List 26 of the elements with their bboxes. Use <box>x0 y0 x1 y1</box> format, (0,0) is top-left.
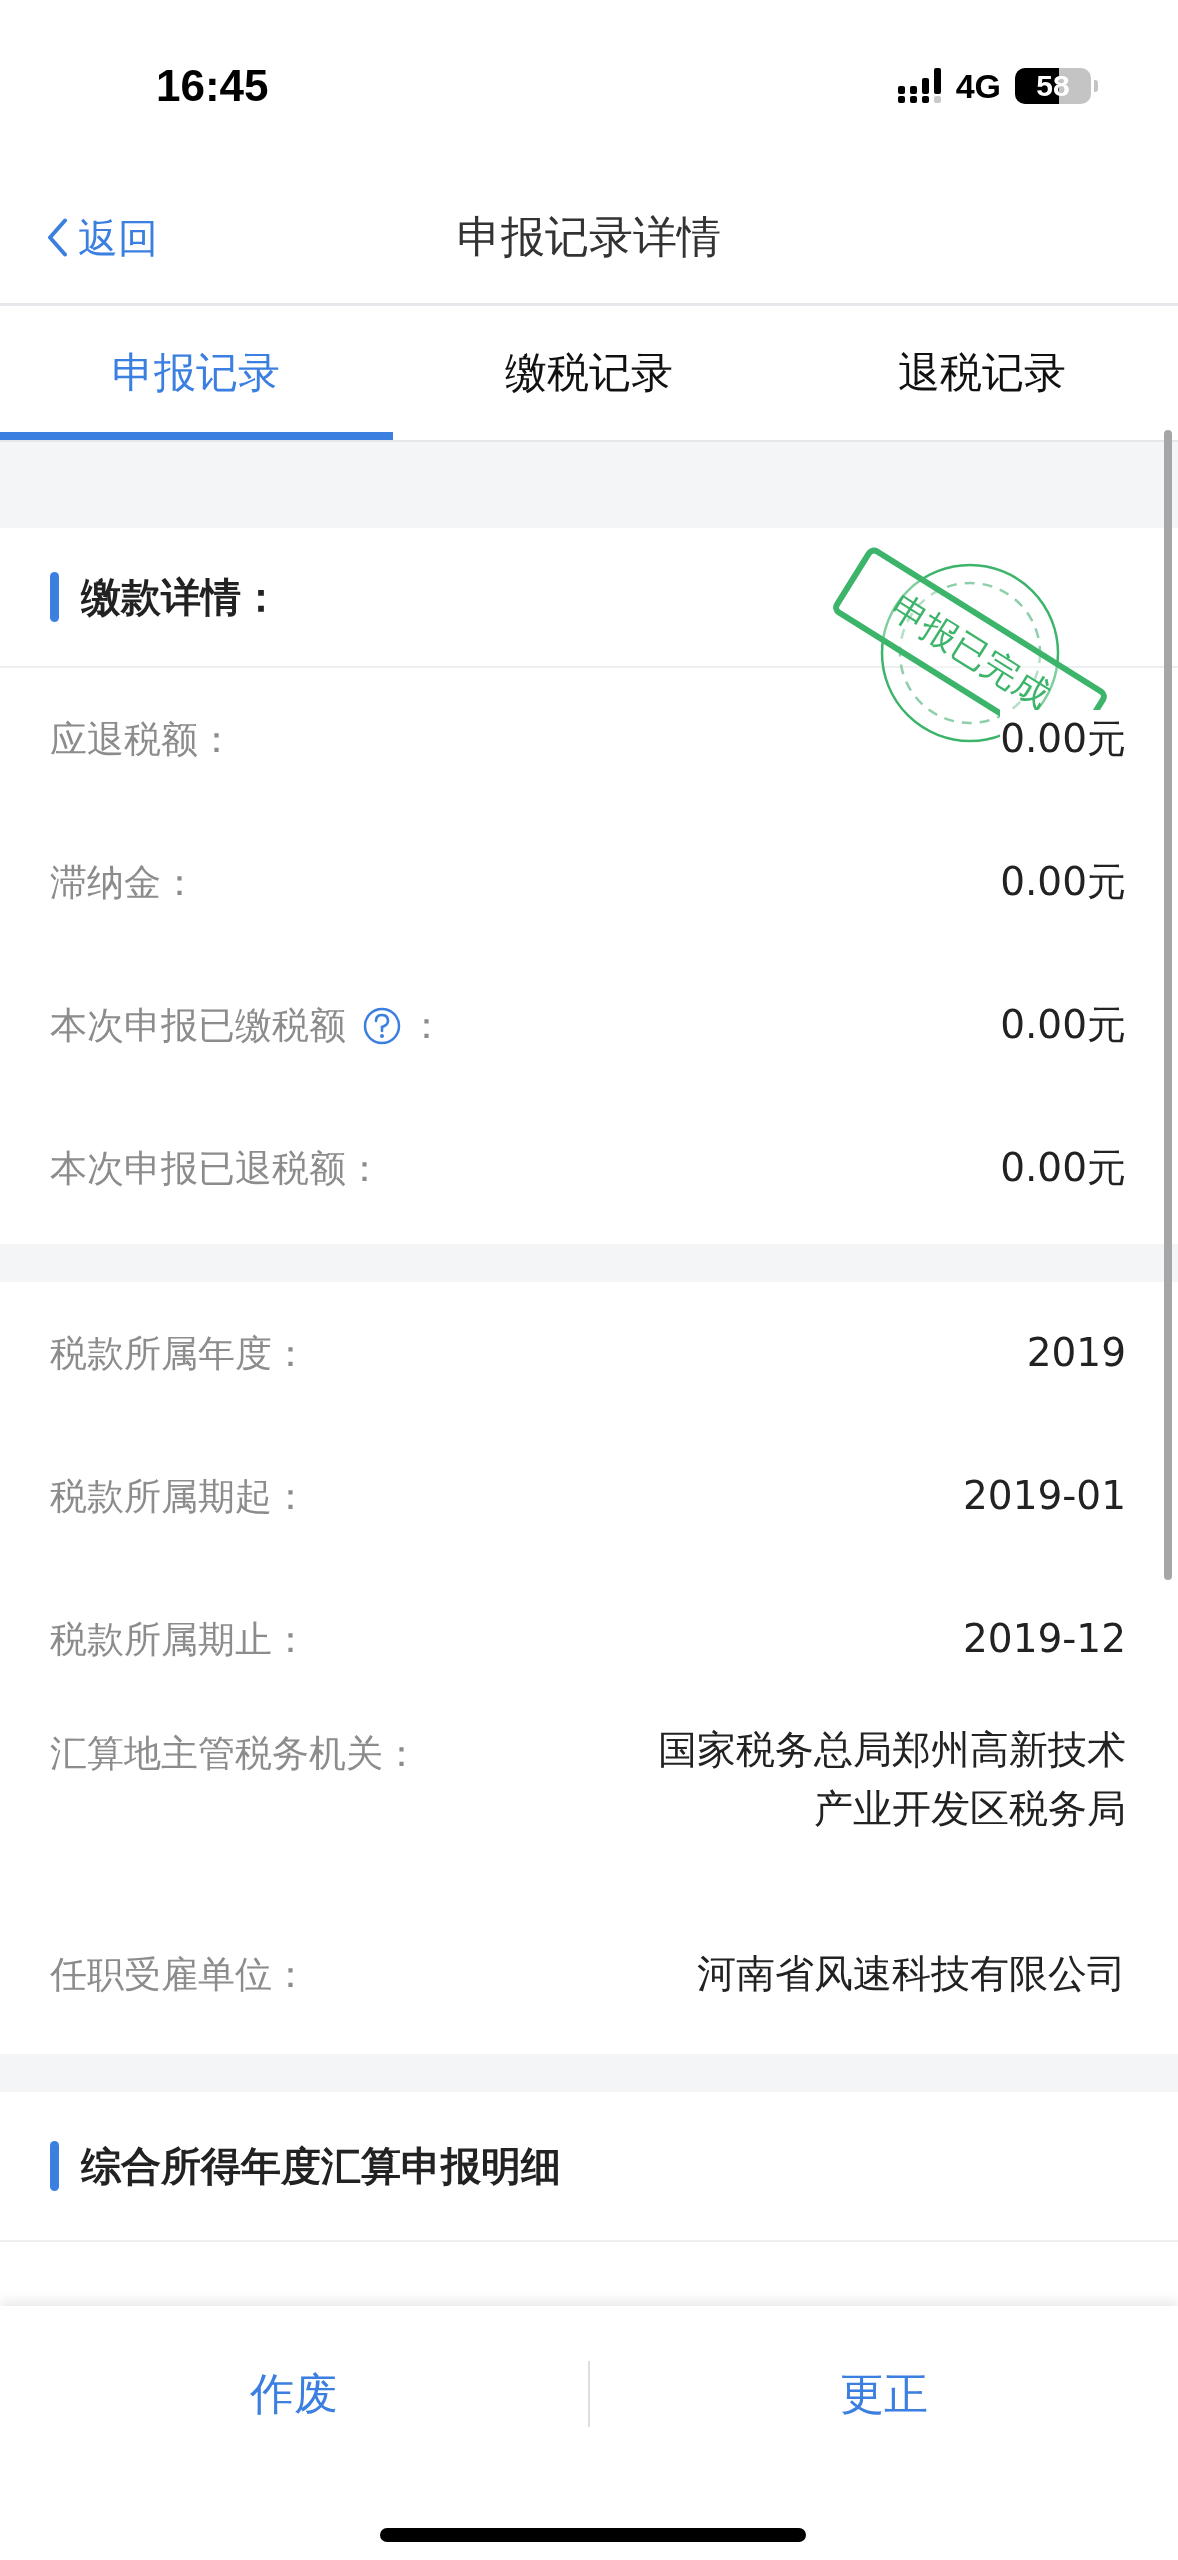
row-label: 税款所属期止： <box>50 1616 309 1663</box>
row-label: 本次申报已缴税额 <box>50 1002 346 1049</box>
section-marker <box>50 2141 59 2191</box>
network-label: 4G <box>955 66 1001 106</box>
tab[interactable]: 缴税记录 <box>392 306 786 440</box>
status-time: 16:45 <box>156 61 269 111</box>
section-marker <box>50 572 59 622</box>
row-label: 税款所属年度： <box>50 1330 309 1377</box>
row-label: 汇算地主管税务机关： <box>50 1731 420 1777</box>
section-title: 缴款详情： <box>81 572 281 622</box>
page-title: 申报记录详情 <box>457 210 721 264</box>
help-icon[interactable] <box>362 1005 402 1046</box>
signal-icon <box>897 68 942 104</box>
row-label: 滞纳金： <box>50 859 198 906</box>
row-label: 税款所属期起： <box>50 1473 309 1520</box>
section-title: 综合所得年度汇算申报明细 <box>81 2141 561 2191</box>
tab[interactable]: 退税记录 <box>785 306 1178 440</box>
tab[interactable]: 申报记录 <box>0 306 393 440</box>
action-button[interactable]: 更正 <box>590 2334 1178 2454</box>
action-button[interactable]: 作废 <box>0 2334 588 2454</box>
row-label: 本次申报已退税额： <box>50 1145 383 1192</box>
row-label: 任职受雇单位： <box>50 1951 309 1998</box>
back-button[interactable]: 返回 <box>46 210 158 265</box>
chevron-icon <box>46 217 68 258</box>
label-colon: ： <box>408 1002 445 1049</box>
row-label: 应退税额： <box>50 716 235 763</box>
